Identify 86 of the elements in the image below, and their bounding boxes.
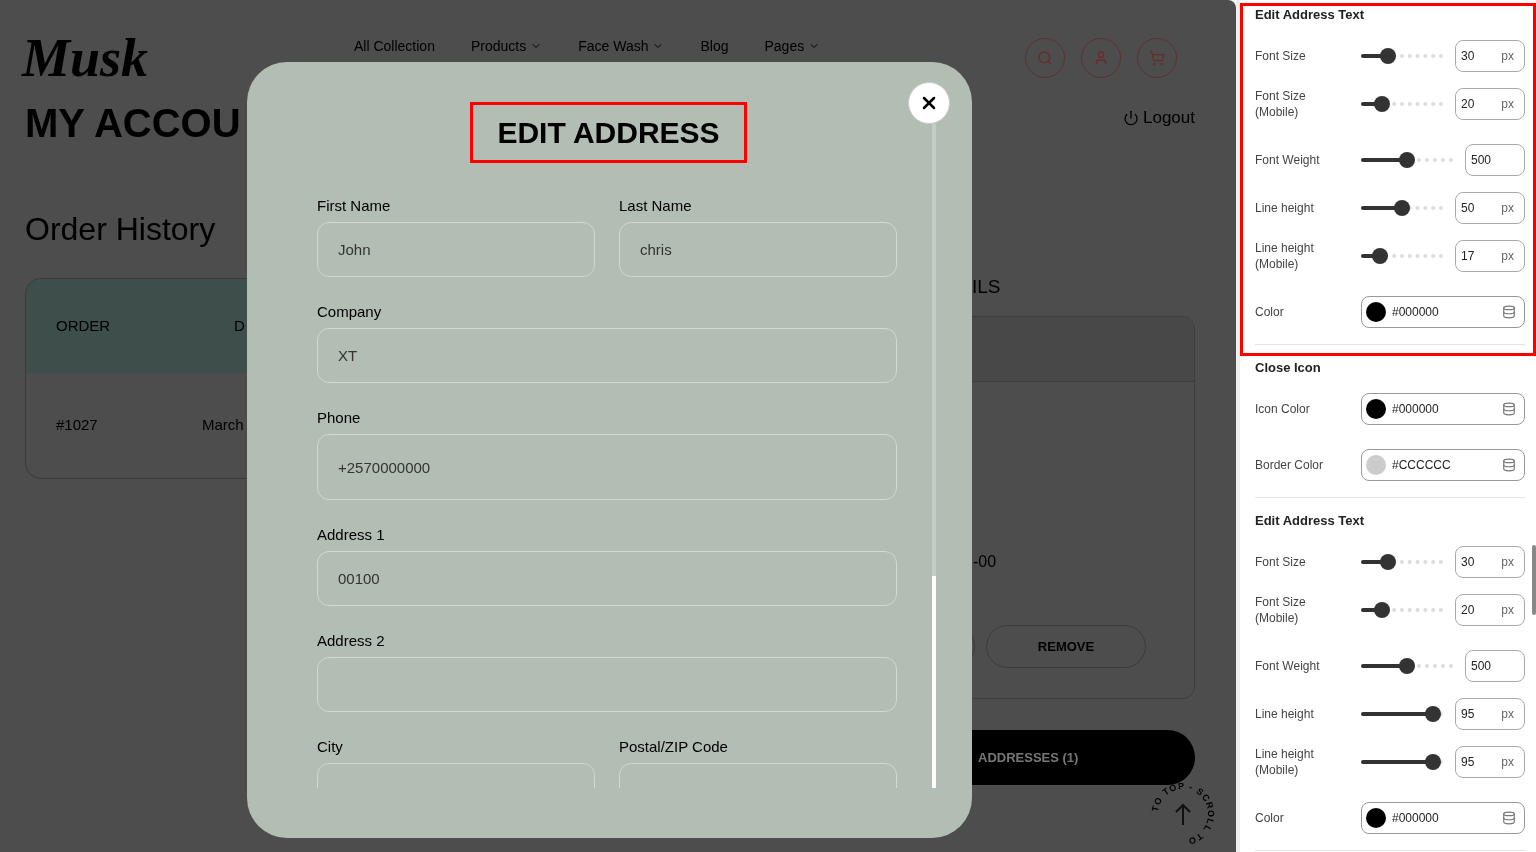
slider-handle[interactable]	[1425, 754, 1442, 770]
unit-label: px	[1501, 96, 1514, 113]
text-field[interactable]: chris	[619, 222, 897, 277]
slider-handle[interactable]	[1399, 152, 1415, 168]
user-icon	[1093, 50, 1109, 66]
section-title: Close Icon	[1255, 360, 1321, 376]
setting-label: Line height	[1255, 200, 1315, 216]
setting-label: Line height	[1255, 706, 1315, 722]
text-field[interactable]: 00100	[317, 551, 897, 606]
color-field[interactable]: #000000	[1361, 296, 1525, 328]
search-icon	[1037, 50, 1053, 66]
unit-label: px	[1501, 706, 1514, 723]
color-field[interactable]: #000000	[1361, 802, 1525, 834]
slider[interactable]	[1361, 248, 1443, 264]
scrollbar-thumb[interactable]	[932, 576, 936, 788]
number-field[interactable]: 500	[1465, 650, 1525, 682]
page-title: MY ACCOU	[25, 100, 241, 146]
setting-label: Line height (Mobile)	[1255, 240, 1315, 272]
slider[interactable]	[1361, 754, 1443, 770]
field-label: Last Name	[619, 197, 692, 214]
color-field[interactable]: #CCCCCC	[1361, 449, 1525, 481]
slider[interactable]	[1361, 48, 1443, 64]
section-title: Edit Address Text	[1255, 7, 1365, 23]
setting-label: Color	[1255, 810, 1285, 827]
column-header: D	[234, 315, 245, 336]
table-cell-text: #1027	[56, 415, 99, 436]
field-label: Company	[317, 303, 382, 320]
unit-label: px	[1501, 602, 1514, 619]
unit-label: px	[1501, 554, 1514, 571]
table-cell-text: March	[202, 415, 244, 436]
number-field[interactable]: 500	[1465, 144, 1525, 176]
database-icon[interactable]	[1502, 811, 1516, 825]
unit-label: px	[1501, 754, 1514, 771]
field-label: Address 1	[317, 526, 385, 543]
unit-label: px	[1501, 248, 1514, 265]
text-field[interactable]: +2570000000	[317, 434, 897, 500]
slider[interactable]	[1361, 706, 1443, 722]
logout-label: Logout	[1143, 107, 1195, 130]
slider[interactable]	[1361, 200, 1443, 216]
field-label: Postal/ZIP Code	[619, 738, 728, 755]
slider-handle[interactable]	[1399, 658, 1415, 674]
slider-handle[interactable]	[1394, 200, 1410, 216]
setting-label: Font Size	[1255, 48, 1307, 64]
setting-label: Border Color	[1255, 457, 1325, 474]
slider[interactable]	[1361, 658, 1453, 674]
slider-handle[interactable]	[1380, 554, 1397, 570]
setting-label: Line height (Mobile)	[1255, 746, 1315, 778]
setting-label: Icon Color	[1255, 401, 1311, 418]
text-field[interactable]: XT	[317, 328, 897, 383]
field-label: City	[317, 738, 343, 755]
cart-icon	[1149, 50, 1165, 66]
color-field[interactable]: #000000	[1361, 393, 1525, 425]
section-title: Order History	[25, 210, 216, 249]
slider[interactable]	[1361, 96, 1443, 112]
field-label: Phone	[317, 409, 361, 426]
unit-label: px	[1501, 200, 1514, 217]
field-label: First Name	[317, 197, 391, 214]
close-button[interactable]	[908, 82, 950, 124]
text-field[interactable]	[317, 657, 897, 712]
setting-label: Font Weight	[1255, 658, 1321, 674]
slider-handle[interactable]	[1373, 602, 1390, 618]
database-icon[interactable]	[1502, 305, 1516, 319]
setting-label: Font Size	[1255, 554, 1307, 570]
unit-label: px	[1501, 48, 1514, 65]
slider-handle[interactable]	[1373, 96, 1390, 112]
slider-handle[interactable]	[1380, 48, 1397, 64]
slider[interactable]	[1361, 152, 1453, 168]
address-line: -00	[973, 552, 998, 572]
setting-label: Font Size (Mobile)	[1255, 594, 1307, 626]
text-field[interactable]: John	[317, 222, 595, 277]
dialog-title: EDIT ADDRESS	[470, 102, 747, 163]
scrollbar-thumb[interactable]	[1532, 545, 1536, 615]
setting-label: Color	[1255, 304, 1285, 321]
slider-handle[interactable]	[1425, 706, 1442, 722]
slider-handle[interactable]	[1371, 248, 1388, 264]
slider[interactable]	[1361, 602, 1443, 618]
database-icon[interactable]	[1502, 458, 1516, 472]
setting-label: Font Weight	[1255, 152, 1321, 168]
field-label: Address 2	[317, 632, 385, 649]
power-icon	[1123, 110, 1139, 126]
database-icon[interactable]	[1502, 402, 1516, 416]
slider[interactable]	[1361, 554, 1443, 570]
section-heading: ILS	[972, 275, 1002, 299]
section-title: Edit Address Text	[1255, 513, 1365, 529]
setting-label: Font Size (Mobile)	[1255, 88, 1307, 120]
column-header: ORDER	[56, 315, 112, 336]
